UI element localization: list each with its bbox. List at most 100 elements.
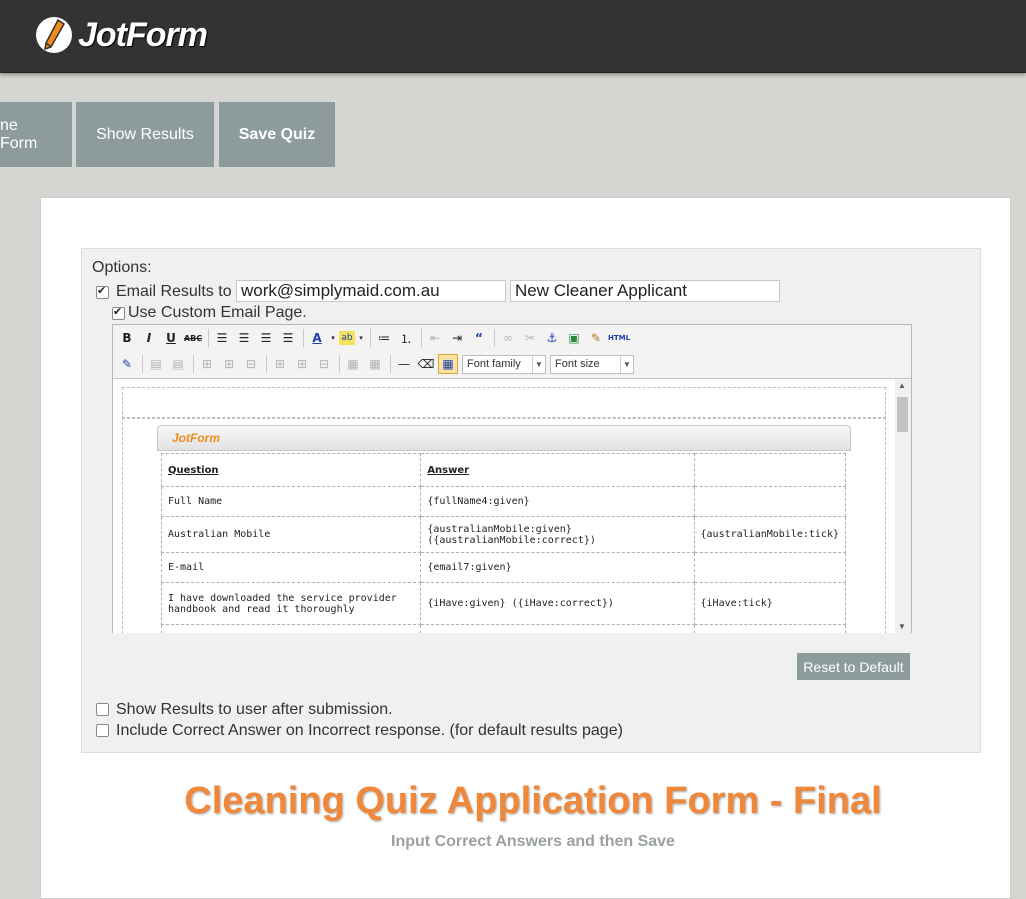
header-cell: Answer (420, 453, 695, 487)
email-editor: B I U ABC ☰ ☰ ☰ ☰ A ▾ ab ▾ ≔ ⒈ ⇤ ⇥ “ ∞ ✂… (112, 324, 912, 633)
highlight-color-icon[interactable]: ab (339, 331, 355, 345)
table-row (160, 624, 847, 633)
row-before-icon[interactable]: ⊞ (197, 354, 217, 374)
tab-show-results[interactable]: Show Results (76, 102, 214, 167)
toolbar-separator (339, 355, 340, 373)
table-cell: Australian Mobile (160, 516, 422, 553)
outdent-icon[interactable]: ⇤ (425, 328, 445, 348)
col-before-icon[interactable]: ⊞ (270, 354, 290, 374)
email-subject-input[interactable] (510, 280, 780, 302)
numbered-list-icon[interactable]: ⒈ (396, 328, 416, 348)
email-results-label: Email Results to (116, 283, 232, 300)
insert-row-icon[interactable]: ▤ (146, 354, 166, 374)
toolbar-separator (142, 355, 143, 373)
tab-save-quiz[interactable]: Save Quiz (219, 102, 335, 167)
image-icon[interactable]: ▣ (564, 328, 584, 348)
custom-email-checkbox[interactable] (112, 305, 125, 320)
email-address-input[interactable] (236, 280, 506, 302)
editor-canvas[interactable]: JotForm Question Answer Full Name {fullN… (113, 378, 911, 633)
table-cell: {email7:given} (420, 552, 695, 583)
table-cell (693, 552, 847, 583)
split-cells-icon[interactable]: ▦ (343, 354, 363, 374)
chevron-down-icon[interactable]: ▾ (329, 328, 337, 348)
blockquote-icon[interactable]: “ (469, 328, 489, 348)
table-cell (420, 624, 695, 633)
delete-row-icon[interactable]: ▤ (168, 354, 188, 374)
delete-col-icon[interactable]: ⊟ (314, 354, 334, 374)
chevron-down-icon: ▼ (532, 355, 545, 373)
link-icon[interactable]: ∞ (498, 328, 518, 348)
include-correct-label: Include Correct Answer on Incorrect resp… (116, 722, 623, 739)
email-top-block (122, 387, 886, 419)
align-center-icon[interactable]: ☰ (234, 328, 254, 348)
indent-icon[interactable]: ⇥ (447, 328, 467, 348)
unlink-icon[interactable]: ✂ (520, 328, 540, 348)
toolbar-separator (390, 355, 391, 373)
table-cell: {fullName4:given} (420, 486, 695, 517)
scroll-up-icon[interactable]: ▲ (898, 381, 906, 390)
col-after-icon[interactable]: ⊞ (292, 354, 312, 374)
horizontal-rule-icon[interactable]: — (394, 354, 414, 374)
email-results-checkbox[interactable] (96, 284, 109, 299)
include-correct-checkbox[interactable] (96, 724, 109, 737)
bullet-list-icon[interactable]: ≔ (374, 328, 394, 348)
scrollbar-thumb[interactable] (897, 397, 908, 432)
table-cell: Full Name (160, 486, 422, 517)
align-right-icon[interactable]: ☰ (256, 328, 276, 348)
edit-css-icon[interactable]: ✎ (117, 354, 137, 374)
align-justify-icon[interactable]: ☰ (278, 328, 298, 348)
chevron-down-icon[interactable]: ▾ (357, 328, 365, 348)
cleanup-icon[interactable]: ✎ (586, 328, 606, 348)
reset-to-default-button[interactable]: Reset to Default (797, 653, 910, 680)
email-logo: JotForm (172, 431, 220, 445)
toolbar-separator (303, 329, 304, 347)
table-cell: {iHave:tick} (693, 582, 847, 625)
merge-cells-icon[interactable]: ▦ (365, 354, 385, 374)
font-size-label: Font size (555, 358, 600, 370)
table-row: Full Name {fullName4:given} (160, 486, 847, 517)
options-heading: Options: (92, 259, 152, 276)
table-icon[interactable]: ▦ (438, 354, 458, 374)
header-cell: Question (160, 453, 422, 487)
eraser-icon[interactable]: ⌫ (416, 354, 436, 374)
table-header-row: Question Answer (160, 453, 847, 487)
align-left-icon[interactable]: ☰ (212, 328, 232, 348)
underline-button[interactable]: U (161, 328, 181, 348)
html-source-button[interactable]: HTML (608, 328, 630, 348)
toolbar-separator (266, 355, 267, 373)
editor-toolbar-row-2: ✎ ▤ ▤ ⊞ ⊞ ⊟ ⊞ ⊞ ⊟ ▦ ▦ — ⌫ ▦ Font family … (117, 353, 634, 375)
tab-preview-form[interactable]: ne Form (0, 102, 72, 167)
toolbar-separator (421, 329, 422, 347)
show-results-checkbox[interactable] (96, 703, 109, 716)
jotform-logo[interactable]: JotForm (34, 13, 208, 57)
font-size-select[interactable]: Font size ▼ (550, 354, 634, 374)
chevron-down-icon: ▼ (620, 355, 633, 373)
table-row: Australian Mobile {australianMobile:give… (160, 516, 847, 553)
results-table: Question Answer Full Name {fullName4:giv… (160, 453, 847, 633)
header-cell (693, 453, 847, 487)
table-row: E-mail {email7:given} (160, 552, 847, 583)
toolbar-separator (193, 355, 194, 373)
top-bar: JotForm (0, 0, 1026, 73)
table-cell (693, 486, 847, 517)
page-title: Cleaning Quiz Application Form - Final (184, 780, 882, 822)
editor-toolbar-row-1: B I U ABC ☰ ☰ ☰ ☰ A ▾ ab ▾ ≔ ⒈ ⇤ ⇥ “ ∞ ✂… (117, 327, 632, 349)
page-subtitle: Input Correct Answers and then Save (391, 833, 675, 850)
editor-scrollbar[interactable]: ▲ ▼ (895, 379, 911, 633)
anchor-icon[interactable]: ⚓ (542, 328, 562, 348)
font-color-icon[interactable]: A (307, 328, 327, 348)
row-after-icon[interactable]: ⊞ (219, 354, 239, 374)
table-cell: {australianMobile:tick} (693, 516, 847, 553)
table-cell: I have downloaded the service provider h… (160, 582, 422, 625)
table-cell (160, 624, 422, 633)
delete-row-icon[interactable]: ⊟ (241, 354, 261, 374)
italic-button[interactable]: I (139, 328, 159, 348)
scroll-down-icon[interactable]: ▼ (898, 622, 906, 631)
toolbar-separator (494, 329, 495, 347)
toolbar-separator (370, 329, 371, 347)
bold-button[interactable]: B (117, 328, 137, 348)
strikethrough-button[interactable]: ABC (183, 328, 203, 348)
table-cell: {iHave:given} ({iHave:correct}) (420, 582, 695, 625)
font-family-select[interactable]: Font family ▼ (462, 354, 546, 374)
table-cell: E-mail (160, 552, 422, 583)
